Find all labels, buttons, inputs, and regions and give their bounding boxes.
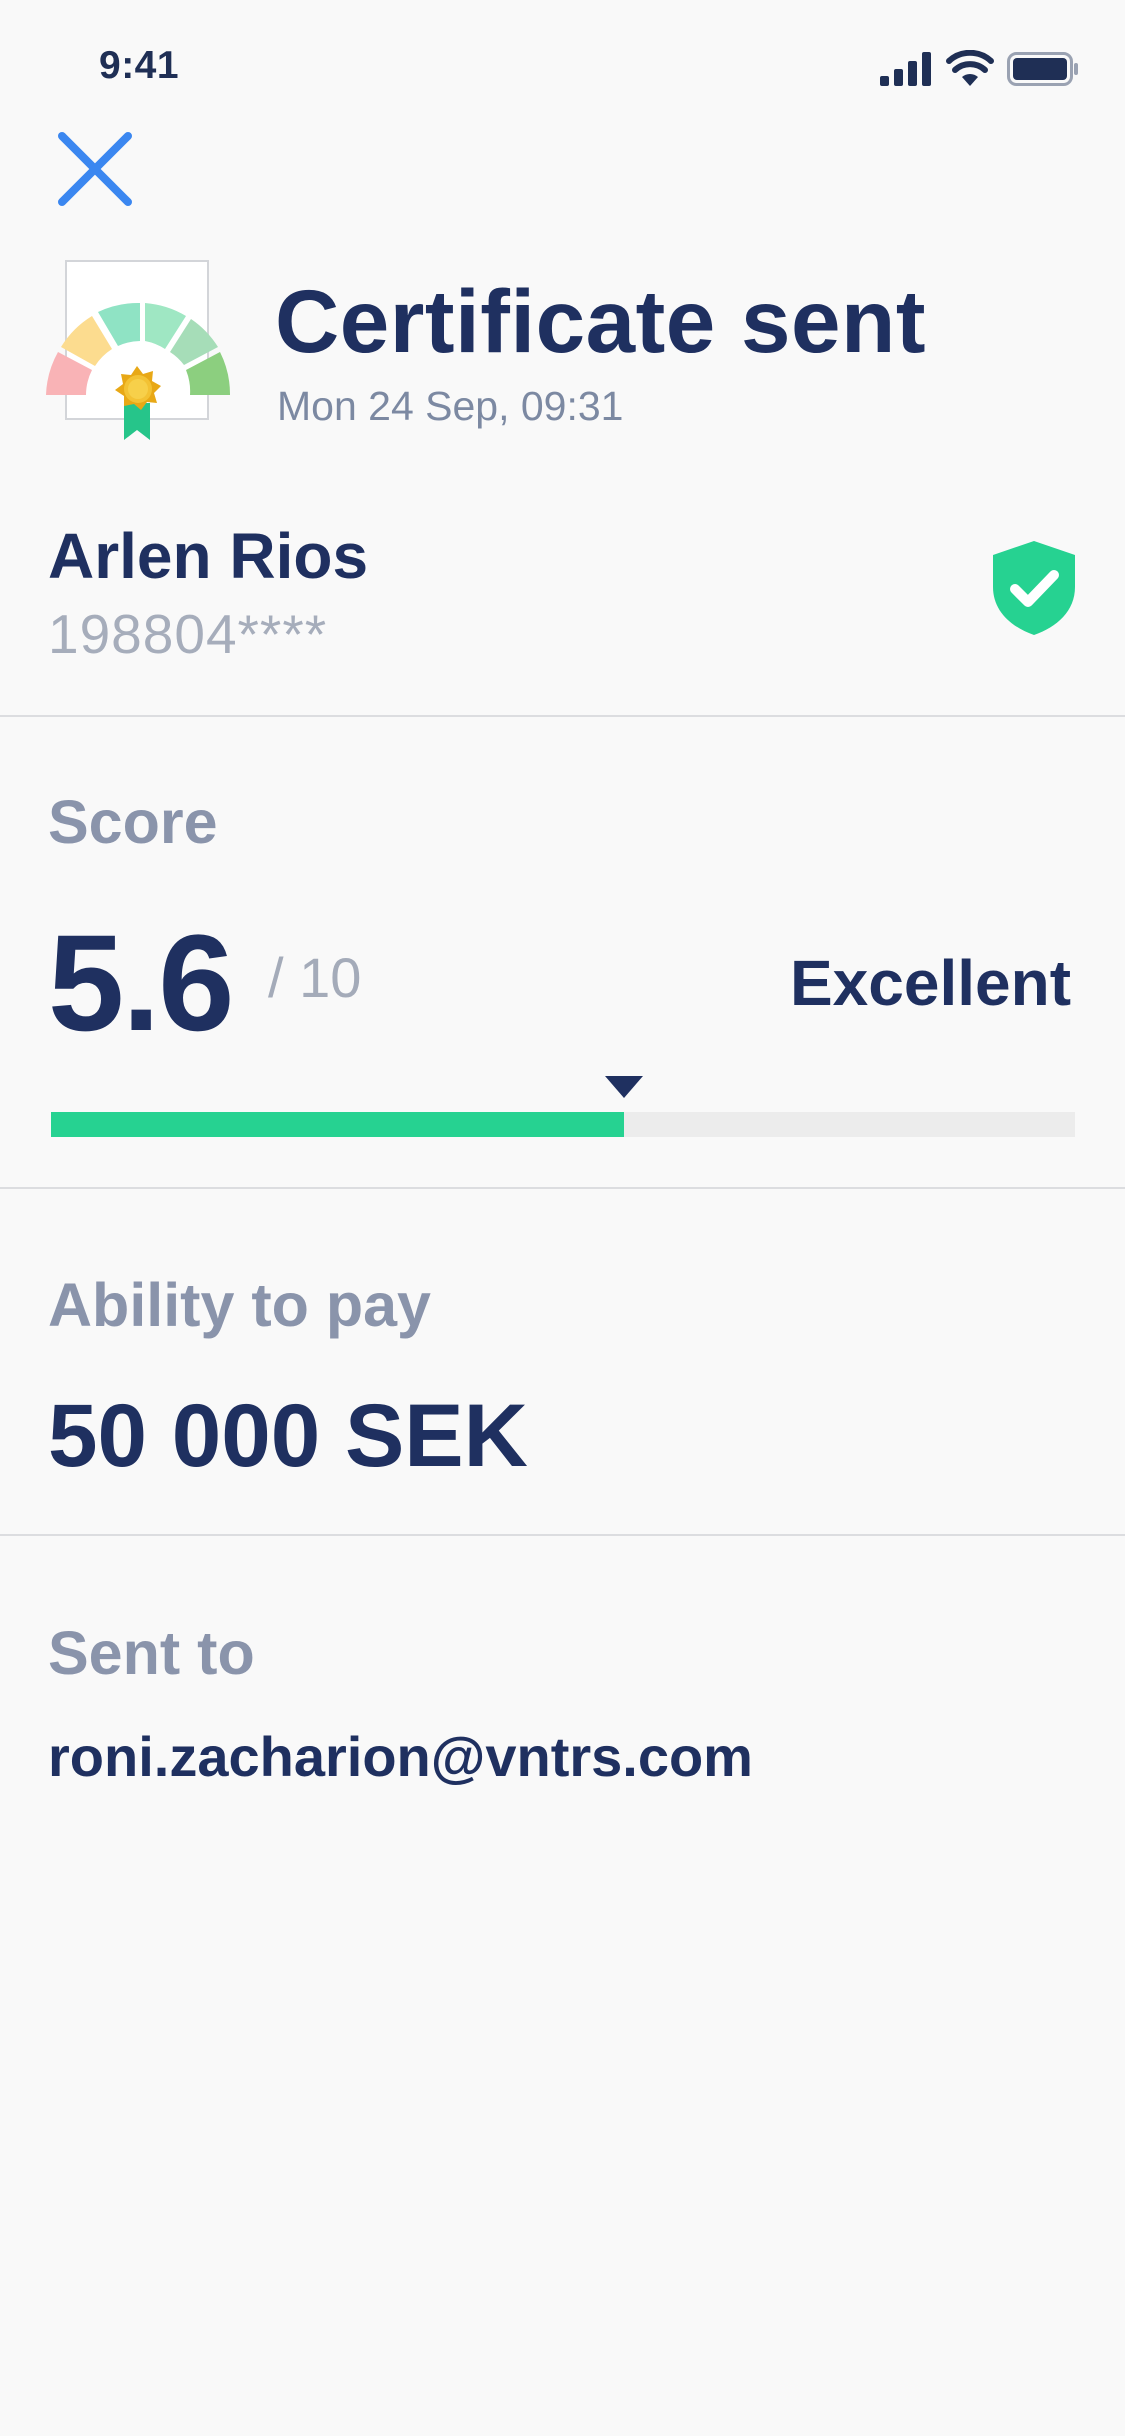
divider [0, 715, 1125, 717]
ability-label: Ability to pay [48, 1271, 431, 1339]
score-marker-icon [605, 1076, 644, 1098]
sent-to-email: roni.zacharion@vntrs.com [48, 1725, 753, 1788]
certificate-sent-screen: 9:41 Certificate sent Mon 24 Sep, 09:31 … [0, 0, 1125, 2436]
score-label: Score [48, 788, 218, 856]
person-id: 198804**** [48, 603, 328, 665]
certificate-gauge-illustration [46, 260, 231, 440]
status-time: 9:41 [99, 44, 180, 87]
sent-date: Mon 24 Sep, 09:31 [277, 383, 624, 429]
page-title: Certificate sent [275, 271, 926, 371]
sent-to-label: Sent to [48, 1619, 255, 1687]
close-icon[interactable] [54, 126, 138, 210]
battery-icon [1007, 52, 1078, 86]
divider [0, 1187, 1125, 1189]
ability-value: 50 000 SEK [48, 1385, 528, 1485]
shield-check-icon [993, 541, 1075, 635]
status-bar: 9:41 [0, 0, 1125, 132]
signal-icon [880, 52, 931, 86]
score-rating: Excellent [789, 947, 1071, 1019]
divider [0, 1534, 1125, 1536]
score-value: 5.6 [48, 907, 234, 1060]
score-progress-fill [51, 1112, 625, 1137]
score-progress-bar [51, 1112, 1075, 1137]
score-max: / 10 [268, 946, 362, 1009]
wifi-icon [946, 50, 994, 86]
person-name: Arlen Rios [48, 520, 369, 592]
